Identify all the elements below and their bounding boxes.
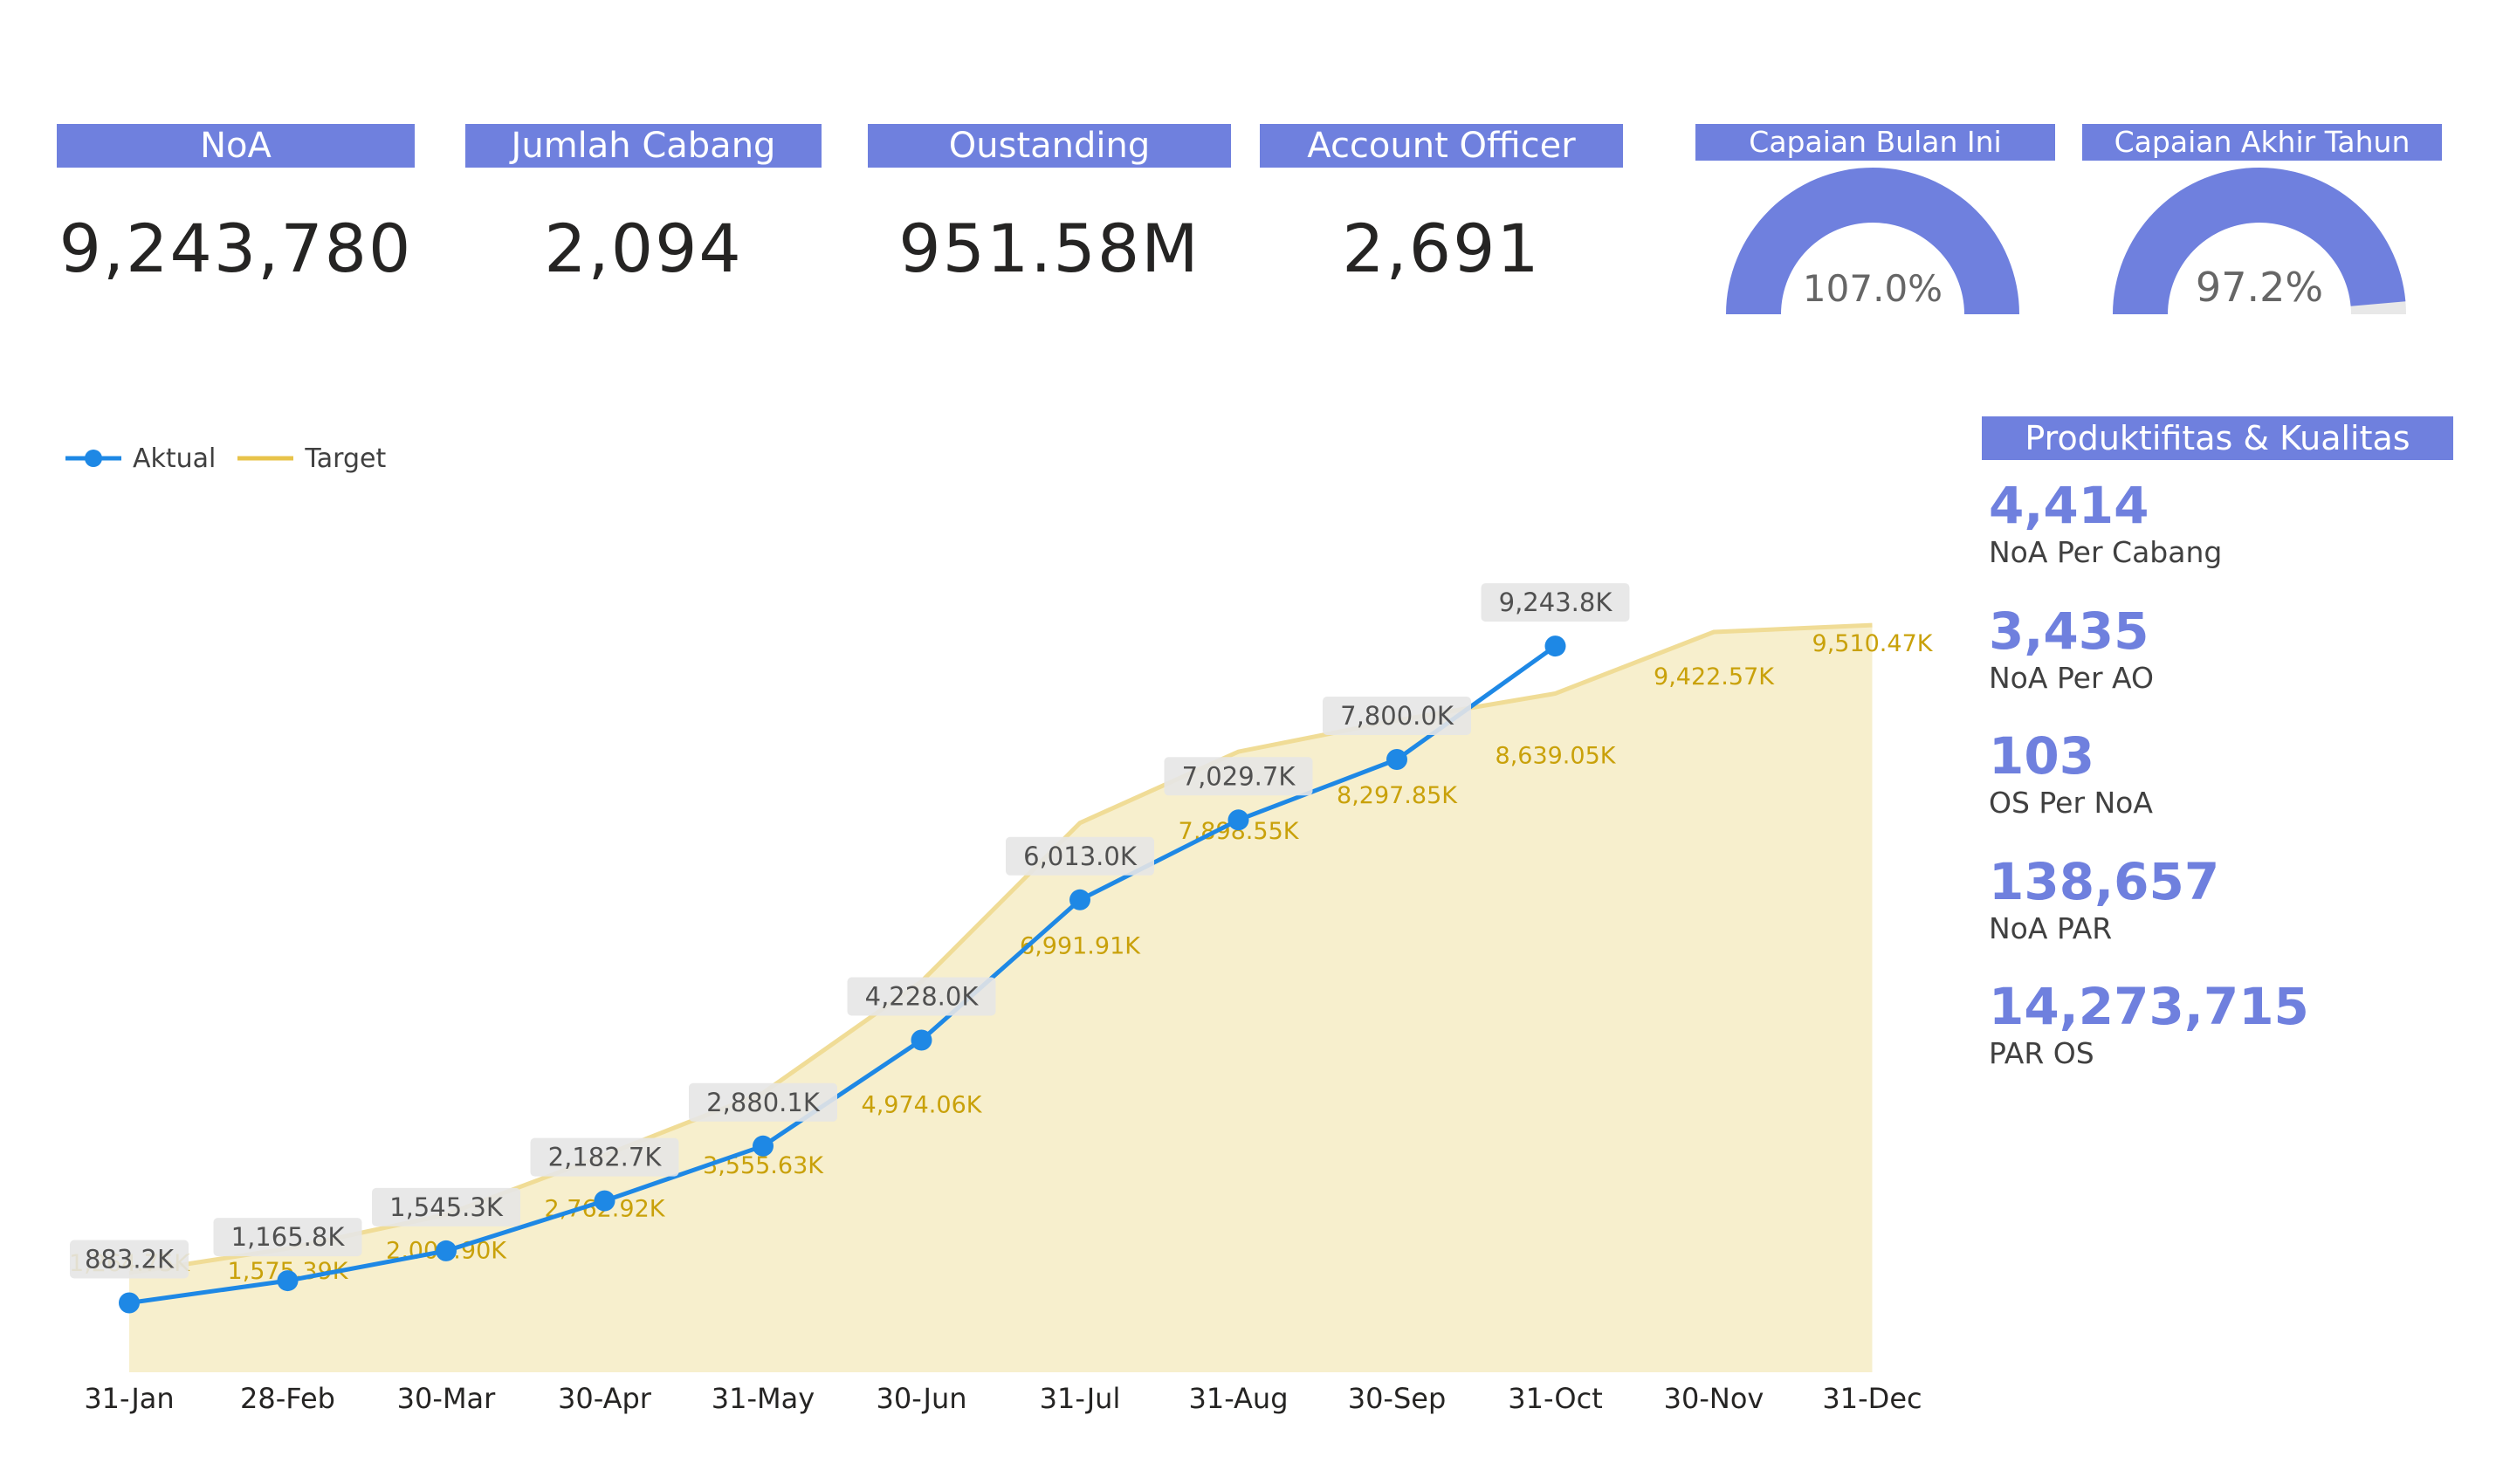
kpi-account-officer-header: Account Officer xyxy=(1260,124,1623,168)
x-tick-label: 30-Jun xyxy=(876,1382,966,1415)
x-tick-label: 31-Aug xyxy=(1188,1382,1288,1415)
x-tick-label: 31-Jul xyxy=(1040,1382,1121,1415)
kpi-outstanding-value: 951.58M xyxy=(898,210,1200,287)
kpi-jumlah-cabang-header: Jumlah Cabang xyxy=(465,124,822,168)
actual-data-label: 7,800.0K xyxy=(1340,701,1454,731)
actual-data-label: 6,013.0K xyxy=(1023,842,1138,871)
actual-point xyxy=(1544,636,1566,657)
metric-noa-per-cabang: 4,414 NoA Per Cabang xyxy=(1989,476,2443,570)
gauge-value-akhir-tahun: 97.2% xyxy=(2196,264,2323,311)
target-data-label: 9,422.57K xyxy=(1654,663,1775,690)
target-data-label: 8,297.85K xyxy=(1337,782,1458,809)
metric-value: 14,273,715 xyxy=(1989,977,2309,1036)
x-tick-label: 30-Nov xyxy=(1664,1382,1764,1415)
actual-data-label: 2,182.7K xyxy=(548,1143,663,1172)
kpi-outstanding-header: Oustanding xyxy=(868,124,1231,168)
line-chart-aktual-vs-target: 1,264.75K1,575.39K2,006.90K2,762.92K3,55… xyxy=(69,583,1934,1415)
gauge-capaian-akhir-tahun: 97.2% xyxy=(2113,168,2406,314)
metric-label: NoA PAR xyxy=(1989,911,2113,945)
x-tick-label: 31-May xyxy=(712,1382,815,1415)
metric-par-os: 14,273,715 PAR OS xyxy=(1989,977,2443,1071)
x-tick-label: 31-Oct xyxy=(1508,1382,1602,1415)
metric-value: 103 xyxy=(1989,726,2095,786)
actual-data-label: 1,165.8K xyxy=(231,1222,346,1252)
actual-point xyxy=(594,1190,615,1212)
actual-point xyxy=(1227,809,1249,831)
target-data-label: 4,974.06K xyxy=(862,1091,983,1118)
gauge-capaian-bulan-ini-header: Capaian Bulan Ini xyxy=(1695,124,2055,161)
x-tick-label: 31-Jan xyxy=(84,1382,174,1415)
actual-point xyxy=(1386,749,1407,770)
metric-noa-par: 138,657 NoA PAR xyxy=(1989,852,2443,946)
gauge-capaian-akhir-tahun-header: Capaian Akhir Tahun xyxy=(2082,124,2442,161)
actual-point xyxy=(277,1270,299,1292)
kpi-noa-value: 9,243,780 xyxy=(58,210,413,287)
x-tick-label: 30-Apr xyxy=(558,1382,652,1415)
metric-noa-per-ao: 3,435 NoA Per AO xyxy=(1989,601,2443,696)
metric-os-per-noa: 103 OS Per NoA xyxy=(1989,726,2443,821)
kpi-account-officer-value: 2,691 xyxy=(1342,210,1541,287)
kpi-jumlah-cabang-value: 2,094 xyxy=(544,210,743,287)
kpi-noa-header: NoA xyxy=(57,124,415,168)
produktifitas-kualitas-header: Produktifitas & Kualitas xyxy=(1982,416,2453,460)
target-data-label: 8,639.05K xyxy=(1496,743,1617,770)
gauge-value-bulan-ini: 107.0% xyxy=(1803,267,1943,310)
actual-data-label: 883.2K xyxy=(85,1245,175,1274)
metric-label: NoA Per Cabang xyxy=(1989,535,2223,569)
gauge-capaian-bulan-ini: 107.0% xyxy=(1726,168,2019,314)
actual-point xyxy=(436,1240,457,1261)
metric-value: 138,657 xyxy=(1989,852,2220,911)
actual-point xyxy=(119,1292,140,1314)
actual-point xyxy=(911,1029,932,1051)
actual-data-label: 7,029.7K xyxy=(1182,761,1296,791)
x-tick-label: 30-Sep xyxy=(1348,1382,1447,1415)
actual-data-label: 1,545.3K xyxy=(389,1192,504,1222)
metric-label: NoA Per AO xyxy=(1989,661,2154,695)
x-tick-label: 31-Dec xyxy=(1822,1382,1922,1415)
actual-data-label: 4,228.0K xyxy=(865,982,980,1012)
x-tick-label: 30-Mar xyxy=(397,1382,496,1415)
metric-value: 3,435 xyxy=(1989,601,2149,661)
actual-point xyxy=(753,1135,774,1157)
x-tick-label: 28-Feb xyxy=(240,1382,335,1415)
actual-data-label: 9,243.8K xyxy=(1499,587,1613,617)
actual-point xyxy=(1069,889,1090,910)
target-data-label: 9,510.47K xyxy=(1812,630,1934,657)
metric-value: 4,414 xyxy=(1989,476,2149,535)
metric-label: PAR OS xyxy=(1989,1036,2094,1070)
actual-data-label: 2,880.1K xyxy=(706,1088,821,1117)
metric-label: OS Per NoA xyxy=(1989,786,2153,820)
